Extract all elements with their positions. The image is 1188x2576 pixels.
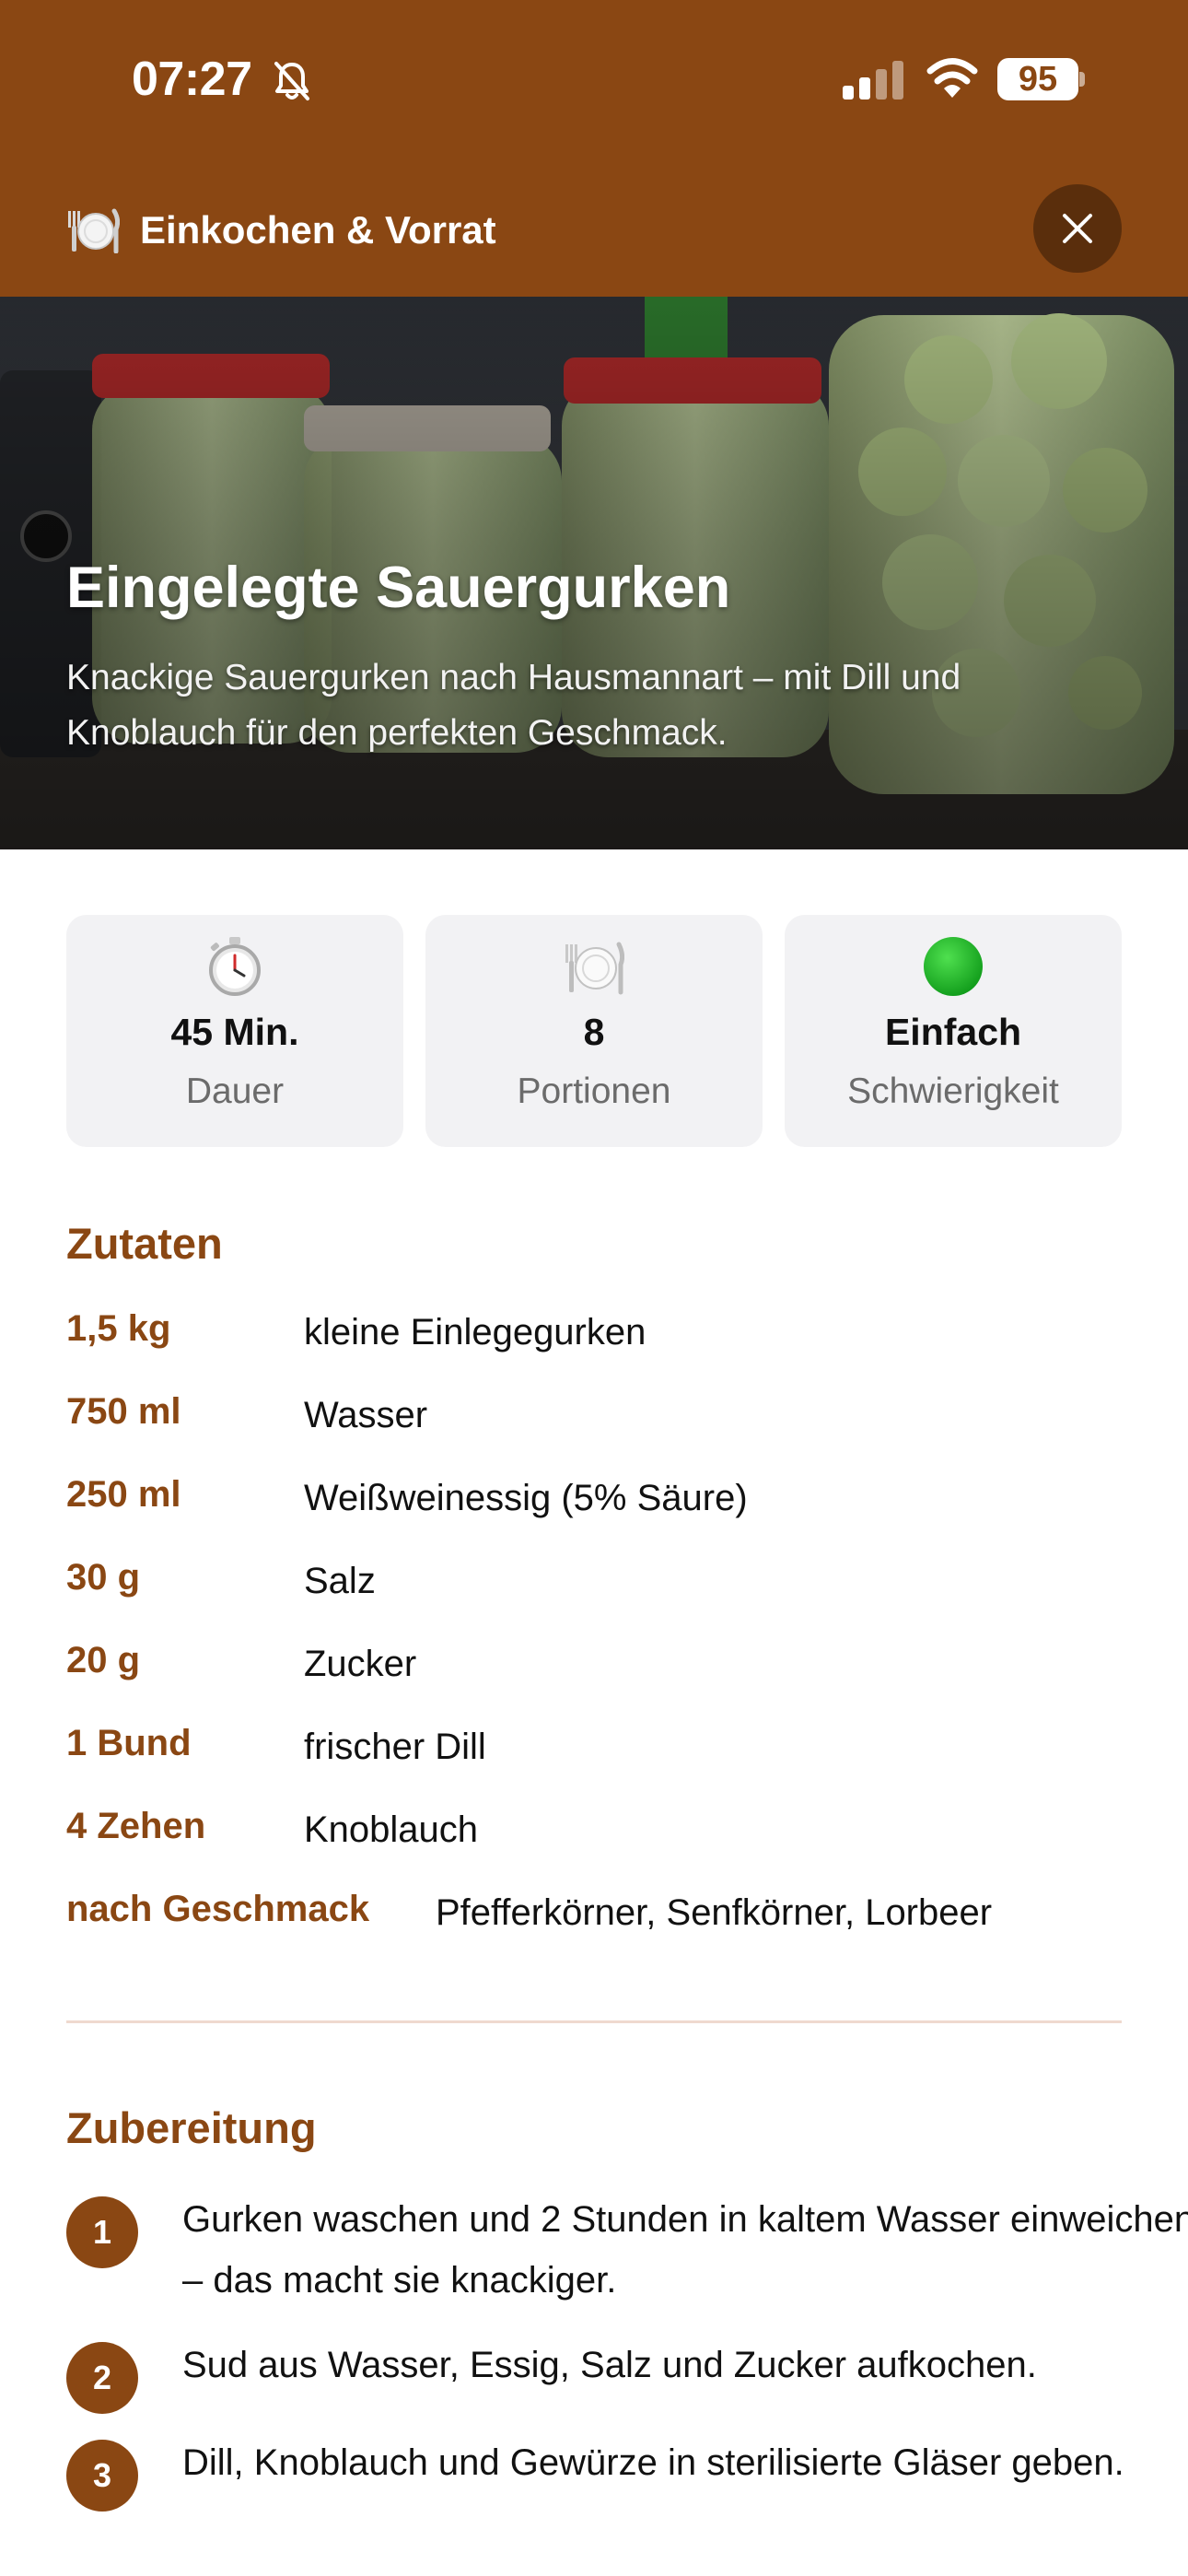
app-title: Einkochen & Vorrat	[140, 208, 496, 252]
ingredient-amount: 30 g	[66, 1557, 141, 1598]
battery-icon: 95	[997, 58, 1078, 100]
ingredient-name: Knoblauch	[304, 1809, 479, 1850]
close-icon	[1063, 214, 1092, 243]
ingredient-name: frischer Dill	[304, 1727, 486, 1767]
recipe-title: Eingelegte Sauergurken	[66, 556, 731, 620]
step-text: Gurken waschen und 2 Stunden in kaltem W…	[182, 2199, 1188, 2301]
stat-label-duration: Dauer	[185, 1071, 285, 1111]
wifi-icon	[926, 58, 978, 98]
ingredient-row: 30 g Salz	[66, 1557, 1125, 1612]
ingredient-name: kleine Einlegegurken	[304, 1312, 646, 1352]
bell-slash-icon	[274, 62, 309, 100]
ingredient-amount: 20 g	[66, 1640, 141, 1680]
stat-card-duration: 45 Min. Dauer	[66, 915, 403, 1147]
step-number: 3	[66, 2440, 138, 2512]
step-text: Dill, Knoblauch und Gewürze in sterilisi…	[182, 2442, 1124, 2483]
ingredient-name: Weißweinessig (5% Säure)	[304, 1478, 748, 1518]
step-number: 1	[66, 2196, 138, 2268]
ingredient-amount: nach Geschmack	[66, 1889, 370, 1929]
ingredient-row: 1 Bund frischer Dill	[66, 1723, 1125, 1778]
stopwatch-icon	[209, 937, 261, 996]
top-bar: 07:27 95 Einkochen & Vorrat	[0, 0, 1188, 297]
ingredient-row: 250 ml Weißweinessig (5% Säure)	[66, 1474, 1125, 1529]
ingredient-name: Zucker	[304, 1644, 417, 1684]
recipe-subtitle: Knackige Sauergurken nach Hausmannart – …	[66, 658, 961, 753]
ingredient-row: 750 ml Wasser	[66, 1391, 1125, 1446]
hero-banner: Eingelegte Sauergurken Knackige Sauergur…	[0, 297, 1188, 849]
signal-icon	[843, 61, 903, 100]
status-time: 07:27	[132, 53, 252, 106]
plate-cutlery-icon	[565, 942, 624, 995]
ingredient-amount: 1,5 kg	[66, 1308, 171, 1349]
ingredient-row: nach Geschmack Pfefferkörner, Senfkörner…	[66, 1889, 1125, 1944]
ingredient-name: Pfefferkörner, Senfkörner, Lorbeer	[436, 1892, 993, 1933]
stat-card-servings: 8 Portionen	[425, 915, 763, 1147]
section-divider	[66, 2020, 1122, 2023]
ingredient-amount: 4 Zehen	[66, 1806, 206, 1846]
green-circle-icon	[924, 937, 983, 996]
ingredient-row: 1,5 kg kleine Einlegegurken	[66, 1308, 1125, 1364]
preparation-heading: Zubereitung	[66, 2103, 317, 2152]
step-text: Sud aus Wasser, Essig, Salz und Zucker a…	[182, 2345, 1037, 2385]
ingredient-amount: 1 Bund	[66, 1723, 192, 1763]
ingredient-amount: 250 ml	[66, 1474, 181, 1515]
stat-label-servings: Portionen	[517, 1071, 671, 1111]
battery-nub	[1079, 72, 1085, 87]
stat-value-difficulty: Einfach	[884, 1011, 1022, 1053]
ingredient-name: Wasser	[304, 1395, 428, 1435]
stat-value-servings: 8	[583, 1011, 605, 1053]
ingredients-heading: Zutaten	[66, 1219, 223, 1268]
close-button[interactable]	[1033, 184, 1122, 273]
ingredient-row: 20 g Zucker	[66, 1640, 1125, 1695]
step-number: 2	[66, 2342, 138, 2414]
ingredient-row: 4 Zehen Knoblauch	[66, 1806, 1125, 1861]
stat-value-duration: 45 Min.	[170, 1011, 299, 1053]
ingredient-amount: 750 ml	[66, 1391, 181, 1432]
stat-card-difficulty: Einfach Schwierigkeit	[785, 915, 1122, 1147]
stat-label-difficulty: Schwierigkeit	[847, 1071, 1059, 1111]
ingredient-name: Salz	[304, 1561, 376, 1601]
app-title-row: Einkochen & Vorrat	[66, 205, 496, 256]
plate-cutlery-icon	[68, 208, 120, 253]
